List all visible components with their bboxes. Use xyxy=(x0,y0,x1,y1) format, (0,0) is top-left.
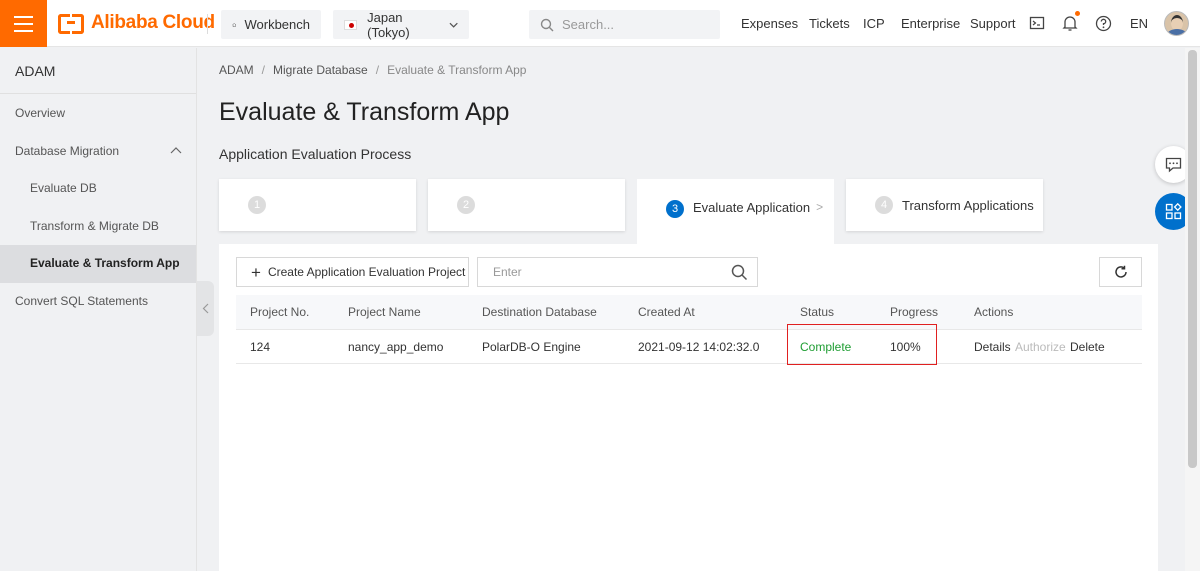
step-arrow: > xyxy=(816,200,824,214)
sidebar-item-evaluate-db[interactable]: Evaluate DB xyxy=(0,170,196,208)
divider xyxy=(207,14,208,34)
create-project-button[interactable]: + Create Application Evaluation Project xyxy=(236,257,469,287)
terminal-icon[interactable] xyxy=(1029,15,1045,31)
delete-link[interactable]: Delete xyxy=(1070,330,1105,364)
sidebar-item-label: Database Migration xyxy=(15,143,120,158)
page-title: Evaluate & Transform App xyxy=(219,98,510,126)
japan-flag-icon xyxy=(344,19,358,30)
sidebar-collapse-handle[interactable] xyxy=(197,281,214,336)
sidebar-item-evaluate-transform-app[interactable]: Evaluate & Transform App xyxy=(0,245,196,283)
region-label: Japan (Tokyo) xyxy=(367,9,410,40)
workbench-button[interactable]: Workbench xyxy=(221,10,321,39)
column-header: Project Name xyxy=(348,305,421,319)
search-icon[interactable] xyxy=(731,264,748,281)
destination-database: PolarDB-O Engine xyxy=(482,340,581,354)
apps-icon xyxy=(1165,203,1182,220)
breadcrumb: ADAM / Migrate Database / Evaluate & Transfo… xyxy=(219,63,527,77)
scrollbar[interactable] xyxy=(1185,48,1200,571)
workbench-label: Workbench xyxy=(244,17,310,32)
highlight-box xyxy=(787,324,937,365)
step-number: 3 xyxy=(666,200,684,218)
search-icon xyxy=(540,18,554,31)
chat-icon xyxy=(1165,157,1182,172)
table-row: 124 nancy_app_demo PolarDB-O Engine 2021… xyxy=(236,330,1142,364)
create-project-label: Create Application Evaluation Project xyxy=(267,265,466,279)
step-number: 1 xyxy=(248,196,266,214)
sidebar-item-database-migration[interactable]: Database Migration xyxy=(0,133,196,171)
authorize-link: Authorize xyxy=(1015,340,1066,354)
notification-badge xyxy=(1075,11,1080,16)
step-label: Evaluate Application xyxy=(693,200,811,215)
nav-icp[interactable]: ICP xyxy=(863,16,885,31)
scrollbar-thumb[interactable] xyxy=(1188,50,1197,468)
nav-tickets[interactable]: Tickets xyxy=(809,16,850,31)
search-input[interactable]: Search... xyxy=(529,10,720,39)
breadcrumb-item[interactable]: ADAM xyxy=(219,63,254,77)
breadcrumb-item[interactable]: Migrate Database xyxy=(273,63,368,77)
section-title: Application Evaluation Process xyxy=(219,146,412,162)
step-3[interactable]: 3 Evaluate Application > xyxy=(637,179,834,244)
column-header: Project No. xyxy=(250,305,310,319)
table-header: Project No. Project Name Destination Dat… xyxy=(236,295,1142,330)
step-number: 4 xyxy=(875,196,893,214)
chevron-left-icon xyxy=(202,303,209,314)
sidebar-item-overview[interactable]: Overview xyxy=(0,95,196,133)
column-header: Destination Database xyxy=(482,305,597,319)
project-name: nancy_app_demo xyxy=(348,340,444,354)
home-icon xyxy=(232,22,237,27)
details-link[interactable]: Details xyxy=(974,330,1011,364)
search-placeholder: Search... xyxy=(562,17,615,32)
menu-icon[interactable] xyxy=(0,0,47,47)
column-header: Actions xyxy=(974,305,1014,319)
chevron-up-icon xyxy=(170,146,182,153)
chevron-down-icon xyxy=(449,22,458,28)
refresh-icon xyxy=(1114,265,1127,278)
project-no: 124 xyxy=(250,340,271,354)
nav-expenses[interactable]: Expenses xyxy=(741,16,798,31)
help-icon[interactable] xyxy=(1095,15,1112,32)
nav-enterprise[interactable]: Enterprise xyxy=(901,16,960,31)
logo-icon xyxy=(58,14,84,34)
sidebar-title: ADAM xyxy=(0,48,196,94)
created-at: 2021-09-12 14:02:32.0 xyxy=(638,340,760,354)
step-label: Transform Applications xyxy=(902,197,1034,213)
region-selector[interactable]: Japan (Tokyo) xyxy=(333,9,469,40)
filter-placeholder: Enter xyxy=(493,265,522,279)
step-2[interactable]: 2 xyxy=(428,179,625,231)
sidebar-item-convert-sql[interactable]: Convert SQL Statements xyxy=(0,283,196,321)
step-1[interactable]: 1 xyxy=(219,179,416,231)
language-switch[interactable]: EN xyxy=(1130,16,1148,31)
filter-input[interactable]: Enter xyxy=(477,257,758,287)
projects-panel xyxy=(219,244,1158,571)
avatar[interactable] xyxy=(1164,11,1189,36)
nav-support[interactable]: Support xyxy=(970,16,1016,31)
logo-text: Alibaba Cloud xyxy=(91,12,215,33)
top-bar: Alibaba Cloud Workbench Japan (Tokyo) Se… xyxy=(0,0,1200,47)
refresh-button[interactable] xyxy=(1099,257,1142,287)
breadcrumb-current: Evaluate & Transform App xyxy=(387,63,527,77)
step-number: 2 xyxy=(457,196,475,214)
sidebar-item-transform-migrate-db[interactable]: Transform & Migrate DB xyxy=(0,208,196,246)
alibaba-cloud-logo[interactable]: Alibaba Cloud xyxy=(58,12,215,34)
plus-icon: + xyxy=(251,262,261,282)
step-4[interactable]: 4 Transform Applications xyxy=(846,179,1043,231)
column-header: Created At xyxy=(638,305,695,319)
sidebar: ADAM Overview Database Migration Evaluat… xyxy=(0,48,197,571)
bell-icon[interactable] xyxy=(1062,15,1078,32)
